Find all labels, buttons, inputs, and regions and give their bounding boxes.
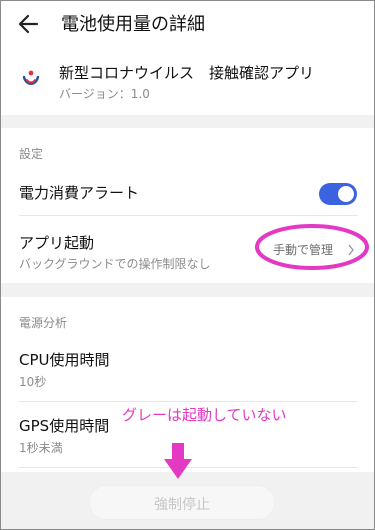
annotation-ellipse: [255, 224, 369, 270]
app-name: 新型コロナウイルス 接触確認アプリ: [59, 64, 315, 82]
power-alert-toggle[interactable]: [319, 183, 357, 205]
settings-section: 設定 電力消費アラート アプリ起動 バックグラウンドでの操作制限なし 手動で管理: [1, 128, 374, 283]
cpu-usage-label: CPU使用時間: [19, 351, 110, 369]
page-title: 電池使用量の詳細: [61, 14, 205, 35]
force-stop-label: 強制停止: [154, 497, 210, 513]
app-version: バージョン：1.0: [59, 87, 150, 101]
app-launch-sub: バックグラウンドでの操作制限なし: [19, 257, 211, 271]
annotation-text: グレーは起動していない: [122, 406, 287, 424]
annotation-arrow-icon: [164, 443, 192, 479]
force-stop-button[interactable]: 強制停止: [89, 485, 275, 520]
gps-usage-label: GPS使用時間: [19, 417, 110, 435]
cpu-usage-value: 10秒: [19, 375, 47, 389]
divider: [19, 215, 358, 216]
gps-usage-value: 1秒未満: [19, 441, 63, 455]
app-launch-label[interactable]: アプリ起動: [19, 232, 94, 253]
back-arrow-icon[interactable]: [15, 9, 45, 39]
section-label-settings: 設定: [19, 147, 44, 161]
divider: [19, 401, 358, 402]
section-label-power-analysis: 電源分析: [19, 316, 68, 330]
screen-frame: 電池使用量の詳細 新型コロナウイルス 接触確認アプリ バージョン：1.0 設定 …: [0, 0, 375, 530]
toggle-knob: [338, 186, 354, 202]
power-alert-label: 電力消費アラート: [19, 184, 140, 202]
app-header: 電池使用量の詳細 新型コロナウイルス 接触確認アプリ バージョン：1.0: [1, 1, 374, 115]
app-logo-icon: [22, 70, 40, 85]
